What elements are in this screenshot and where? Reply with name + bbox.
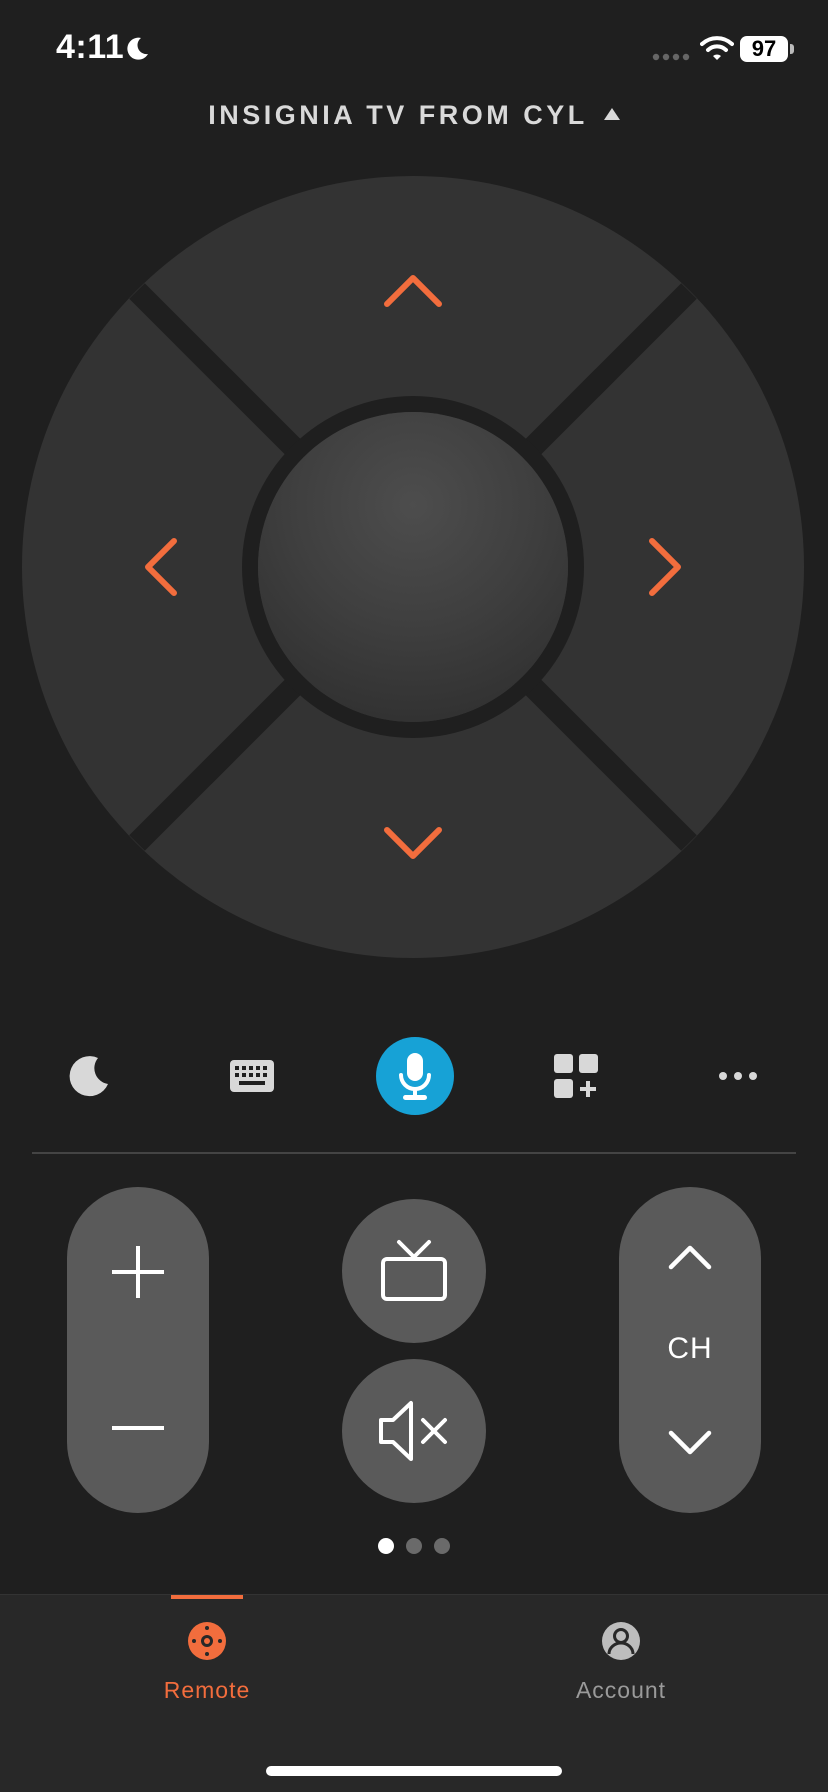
wifi-icon [700, 36, 734, 60]
channel-label: CH [667, 1332, 713, 1365]
dpad-right-button[interactable] [574, 417, 774, 717]
remote-screen: 4:11 97 INSIGNIA TV FROM CYL CH Remote A… [0, 0, 828, 1792]
tab-account[interactable]: Account [414, 1595, 828, 1725]
apps-add-icon [554, 1054, 598, 1098]
tab-label: Account [575, 1677, 667, 1703]
channel-down-button[interactable] [619, 1373, 761, 1513]
cellular-signal-icon [652, 53, 690, 61]
device-name: INSIGNIA TV FROM CYL [208, 100, 588, 130]
dpad [22, 176, 804, 958]
status-time: 4:11 [56, 28, 125, 66]
page-indicator[interactable] [0, 1538, 828, 1556]
dpad-up-button[interactable] [263, 216, 563, 416]
plus-icon [112, 1246, 164, 1298]
chevron-left-icon [145, 538, 177, 596]
live-tv-button[interactable] [342, 1199, 486, 1343]
page-dot[interactable] [406, 1538, 422, 1554]
device-selector[interactable]: INSIGNIA TV FROM CYL [0, 100, 828, 131]
page-dot[interactable] [434, 1538, 450, 1554]
mute-icon [379, 1401, 447, 1461]
status-bar: 4:11 97 [0, 0, 828, 100]
active-tab-indicator [171, 1595, 243, 1599]
more-icon [719, 1072, 757, 1080]
dpad-select-button[interactable] [258, 412, 568, 722]
battery-tip [790, 44, 794, 54]
volume-down-button[interactable] [67, 1353, 209, 1503]
chevron-down-icon [668, 1430, 712, 1455]
volume-control [67, 1187, 209, 1513]
tv-icon [381, 1240, 447, 1301]
chevron-right-icon [649, 538, 681, 596]
tab-label: Remote [163, 1677, 251, 1703]
keyboard-icon [230, 1060, 274, 1092]
chevron-up-icon [668, 1245, 712, 1270]
apps-button[interactable] [534, 1034, 618, 1118]
dpad-left-button[interactable] [52, 417, 252, 717]
page-dot[interactable] [378, 1538, 394, 1554]
voice-search-button[interactable] [376, 1037, 454, 1115]
battery-indicator: 97 [740, 36, 788, 62]
microphone-icon [399, 1053, 431, 1100]
minus-icon [112, 1426, 164, 1430]
account-icon [602, 1622, 640, 1660]
divider [32, 1152, 796, 1154]
caret-up-icon [603, 108, 620, 120]
shortcut-row [0, 1034, 828, 1118]
remote-icon [188, 1622, 226, 1660]
volume-up-button[interactable] [67, 1197, 209, 1347]
sleep-button[interactable] [48, 1034, 132, 1118]
channel-control: CH [619, 1187, 761, 1513]
chevron-up-icon [384, 275, 442, 307]
tab-remote[interactable]: Remote [0, 1595, 414, 1725]
chevron-down-icon [384, 827, 442, 859]
more-button[interactable] [696, 1034, 780, 1118]
channel-up-button[interactable] [619, 1187, 761, 1327]
home-indicator[interactable] [266, 1766, 562, 1776]
mute-button[interactable] [342, 1359, 486, 1503]
dpad-down-button[interactable] [263, 718, 563, 918]
tab-bar: Remote Account [0, 1594, 828, 1792]
keyboard-button[interactable] [210, 1034, 294, 1118]
moon-icon [127, 37, 148, 60]
sleep-moon-icon [69, 1056, 108, 1097]
